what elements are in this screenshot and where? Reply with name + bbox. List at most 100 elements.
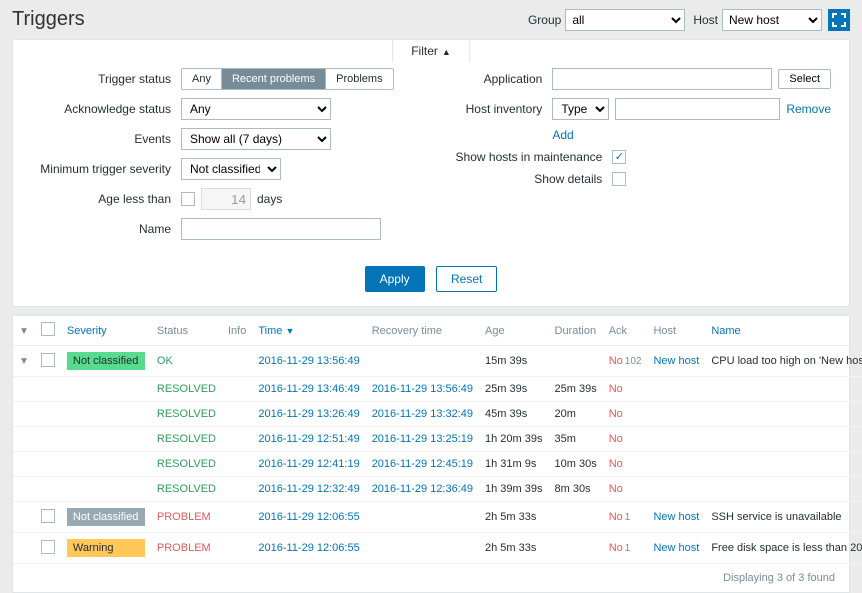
fullscreen-icon (832, 13, 846, 27)
ack-link[interactable]: No (609, 483, 623, 495)
expand-row-toggle[interactable]: ▼ (19, 356, 29, 367)
time-link[interactable]: 2016-11-29 13:26:49 (258, 408, 359, 420)
time-link[interactable]: 2016-11-29 13:46:49 (258, 383, 359, 395)
host-link[interactable]: New host (653, 355, 699, 367)
recovery-link[interactable]: 2016-11-29 12:45:19 (372, 458, 473, 470)
col-severity[interactable]: Severity (61, 316, 151, 346)
table-row: WarningPROBLEM2016-11-29 12:06:552h 5m 3… (13, 533, 862, 564)
col-time[interactable]: Time ▼ (252, 316, 365, 346)
age-cell: 25m 39s (479, 377, 548, 402)
recovery-link[interactable]: 2016-11-29 13:56:49 (372, 383, 473, 395)
time-link[interactable]: 2016-11-29 13:56:49 (258, 355, 359, 367)
trigger-name-cell: Free disk space is less than 20% on volu… (705, 533, 862, 564)
age-cell: 45m 39s (479, 402, 548, 427)
name-input[interactable] (181, 218, 381, 240)
reset-button[interactable]: Reset (436, 266, 497, 292)
col-duration: Duration (549, 316, 603, 346)
col-name[interactable]: Name (705, 316, 862, 346)
age-days-input[interactable] (201, 188, 251, 210)
age-checkbox[interactable] (181, 192, 195, 206)
age-cell: 1h 31m 9s (479, 452, 548, 477)
trigger-name-cell (705, 452, 862, 477)
ack-link[interactable]: No (609, 458, 623, 470)
select-all-checkbox[interactable] (41, 322, 55, 336)
table-row: RESOLVED2016-11-29 12:41:192016-11-29 12… (13, 452, 862, 477)
col-ack: Ack (603, 316, 648, 346)
severity-badge: Not classified (67, 352, 145, 370)
host-link[interactable]: New host (653, 542, 699, 554)
details-checkbox[interactable] (612, 172, 626, 186)
ack-link[interactable]: No (609, 383, 623, 395)
trigger-name-cell (705, 402, 862, 427)
application-input[interactable] (552, 68, 772, 90)
expand-all-toggle[interactable]: ▼ (19, 326, 29, 337)
table-row: Not classifiedPROBLEM2016-11-29 12:06:55… (13, 502, 862, 533)
age-cell: 1h 39m 39s (479, 477, 548, 502)
filter-toggle[interactable]: Filter▲ (392, 39, 470, 62)
application-label: Application (442, 72, 552, 86)
col-host: Host (647, 316, 705, 346)
row-checkbox[interactable] (41, 353, 55, 367)
trigger-name-cell: SSH service is unavailable (705, 502, 862, 533)
maint-checkbox[interactable] (612, 150, 626, 164)
host-link[interactable]: New host (653, 511, 699, 523)
col-age: Age (479, 316, 548, 346)
age-cell: 15m 39s (479, 346, 548, 377)
duration-cell (549, 533, 603, 564)
ack-status-label: Acknowledge status (31, 102, 181, 116)
ts-problems[interactable]: Problems (326, 69, 392, 89)
time-link[interactable]: 2016-11-29 12:06:55 (258, 542, 359, 554)
min-sev-select[interactable]: Not classified (181, 158, 281, 180)
ack-link[interactable]: No (609, 542, 623, 554)
ack-link[interactable]: No (609, 355, 623, 367)
apply-button[interactable]: Apply (365, 266, 425, 292)
table-row: RESOLVED2016-11-29 13:46:492016-11-29 13… (13, 377, 862, 402)
trigger-name-cell: CPU load too high on 'New host' for 3 mi… (705, 346, 862, 377)
host-select[interactable]: New host (722, 9, 822, 31)
row-checkbox[interactable] (41, 509, 55, 523)
group-select[interactable]: all (565, 9, 685, 31)
status-text: PROBLEM (157, 542, 211, 554)
fullscreen-button[interactable] (828, 9, 850, 31)
status-text: RESOLVED (157, 483, 216, 495)
time-link[interactable]: 2016-11-29 12:51:49 (258, 433, 359, 445)
duration-cell (549, 502, 603, 533)
col-status: Status (151, 316, 222, 346)
recovery-link[interactable]: 2016-11-29 12:36:49 (372, 483, 473, 495)
events-select[interactable]: Show all (7 days) (181, 128, 331, 150)
ack-link[interactable]: No (609, 433, 623, 445)
duration-cell: 35m (549, 427, 603, 452)
col-recovery: Recovery time (366, 316, 479, 346)
filter-panel: Filter▲ Trigger status Any Recent proble… (12, 39, 850, 307)
time-link[interactable]: 2016-11-29 12:06:55 (258, 511, 359, 523)
table-row: RESOLVED2016-11-29 12:51:492016-11-29 13… (13, 427, 862, 452)
application-select-button[interactable]: Select (778, 69, 831, 89)
ts-recent[interactable]: Recent problems (222, 69, 326, 89)
time-link[interactable]: 2016-11-29 12:41:19 (258, 458, 359, 470)
table-row: RESOLVED 2016-11-29 12:32:49 2016-11-29 12… (13, 477, 862, 502)
ts-any[interactable]: Any (182, 69, 222, 89)
hostinv-remove-link[interactable]: Remove (786, 102, 831, 116)
trigger-status-segmented[interactable]: Any Recent problems Problems (181, 68, 394, 90)
page-header: Triggers Group all Host New host (0, 0, 862, 39)
events-label: Events (31, 132, 181, 146)
details-label: Show details (442, 172, 612, 186)
ack-status-select[interactable]: Any (181, 98, 331, 120)
col-info: Info (222, 316, 252, 346)
hostinv-type-select[interactable]: Type (552, 98, 609, 120)
ack-link[interactable]: No (609, 408, 623, 420)
maint-label: Show hosts in maintenance (442, 150, 612, 164)
row-checkbox[interactable] (41, 540, 55, 554)
trigger-name-cell (705, 477, 862, 502)
chevron-up-icon: ▲ (442, 47, 451, 57)
age-label: Age less than (31, 192, 181, 206)
status-text: OK (157, 355, 173, 367)
recovery-link[interactable]: 2016-11-29 13:25:19 (372, 433, 473, 445)
ack-link[interactable]: No (609, 511, 623, 523)
hostinv-value-input[interactable] (615, 98, 780, 120)
duration-cell: 20m (549, 402, 603, 427)
hostinv-add-link[interactable]: Add (552, 128, 573, 142)
recovery-link[interactable]: 2016-11-29 13:32:49 (372, 408, 473, 420)
duration-cell: 10m 30s (549, 452, 603, 477)
time-link[interactable]: 2016-11-29 12:32:49 (258, 483, 359, 495)
